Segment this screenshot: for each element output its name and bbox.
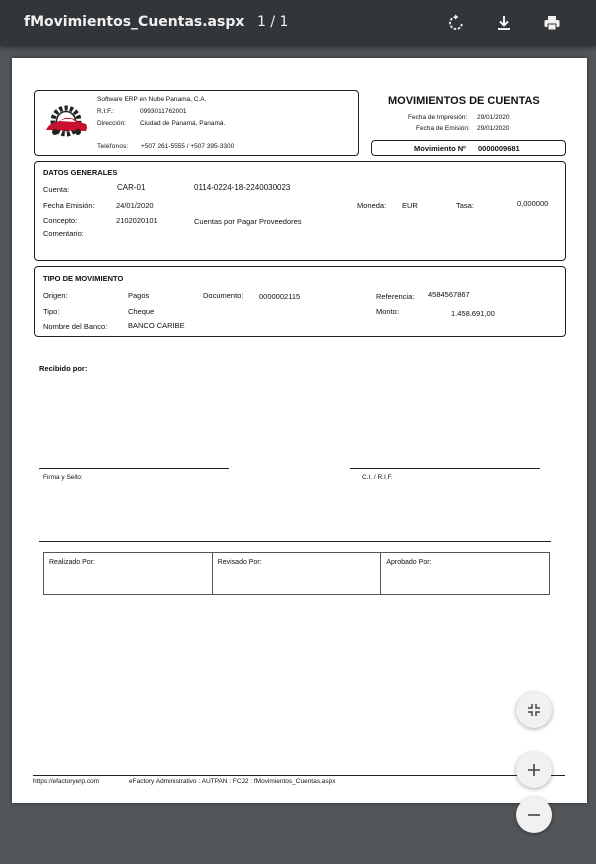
pdf-page: Software ERP en Nube Panama, C.A. R.I.F.… (12, 58, 587, 803)
issue-date-label: Fecha de Emisión: (416, 125, 470, 132)
address-label: Dirección: (97, 120, 126, 127)
reviewed-by-cell: Revisado Por: (213, 553, 382, 594)
print-date-label: Fecha de Impresión: (408, 114, 468, 121)
movement-number-label: Movimiento Nº (414, 144, 466, 153)
concept-description: Cuentas por Pagar Proveedores (194, 217, 302, 226)
origin-label: Origen: (43, 291, 68, 300)
rif-label: R.I.F.: (97, 108, 114, 115)
type-label: Tipo: (43, 307, 60, 316)
currency-value: EUR (402, 201, 418, 210)
zoom-out-button[interactable] (516, 797, 552, 833)
minus-icon (528, 814, 540, 816)
issue-date-field-value: 24/01/2020 (116, 201, 154, 210)
account-label: Cuenta: (43, 185, 70, 194)
movement-section-title: TIPO DE MOVIMIENTO (43, 274, 124, 283)
general-data-box: DATOS GENERALES Cuenta: CAR-01 0114-0224… (34, 161, 566, 261)
plus-icon (528, 764, 540, 776)
footer-info: eFactory Administrativo : AUTPAN : FCJ2 … (129, 778, 336, 785)
type-value: Cheque (128, 307, 155, 316)
reference-label: Referencia: (376, 292, 415, 301)
currency-label: Moneda: (357, 201, 387, 210)
reviewed-by-label: Revisado Por: (217, 559, 262, 566)
phones-value: +507 261-5555 / +507 395-3300 (141, 143, 235, 150)
ci-rif-label: C.I. / R.I.F. (362, 474, 393, 481)
comment-label: Comentario: (43, 229, 84, 238)
print-icon[interactable] (540, 11, 564, 35)
received-by-label: Recibido por: (39, 364, 88, 373)
concept-code: 2102020101 (116, 216, 158, 225)
made-by-label: Realizado Por: (49, 559, 95, 566)
document-value: 0000002115 (259, 292, 301, 301)
approval-table: Realizado Por: Revisado Por: Aprobado Po… (43, 552, 550, 595)
rate-value: 0,000000 (517, 199, 549, 208)
sign-and-seal-label: Firma y Sello: (43, 474, 83, 481)
general-section-title: DATOS GENERALES (43, 168, 118, 177)
bank-label: Nombre del Banco: (43, 322, 108, 331)
company-logo (43, 103, 89, 143)
signature-line-left (39, 468, 229, 469)
document-title: MOVIMIENTOS DE CUENTAS (388, 95, 540, 107)
page-indicator: 1 / 1 (257, 14, 289, 30)
document-label: Documento: (203, 291, 244, 300)
signature-line-right (350, 468, 540, 469)
made-by-cell: Realizado Por: (44, 553, 213, 594)
footer-url: https://efactoryerp.com (33, 778, 100, 785)
company-name: Software ERP en Nube Panama, C.A. (97, 96, 207, 103)
account-number: 0114-0224-18-2240030023 (194, 183, 291, 192)
file-title: fMovimientos_Cuentas.aspx (24, 14, 245, 30)
rotate-icon[interactable] (444, 11, 468, 35)
issue-date-value: 29/01/2020 (477, 125, 510, 132)
concept-label: Concepto: (43, 216, 78, 225)
rate-label: Tasa: (456, 201, 474, 210)
movement-number-box: Movimiento Nº 0000009681 (371, 140, 566, 156)
rif-value: 0993011762001 (140, 108, 187, 115)
movement-number-value: 0000009681 (478, 144, 520, 153)
bank-value: BANCO CARIBE (128, 321, 185, 330)
approved-by-label: Aprobado Por: (386, 559, 432, 566)
amount-label: Monto: (376, 307, 399, 316)
print-date-value: 29/01/2020 (477, 114, 510, 121)
reference-value: 4584567867 (428, 290, 470, 299)
amount-value: 1.458.691,00 (451, 309, 495, 318)
divider-line (39, 541, 551, 542)
phones-label: Teléfonos: (97, 143, 129, 150)
fit-page-button[interactable] (516, 692, 552, 728)
zoom-in-button[interactable] (516, 752, 552, 788)
footer-line (33, 775, 565, 776)
issue-date-field-label: Fecha Emisión: (43, 201, 95, 210)
origin-value: Pagos (128, 291, 150, 300)
movement-type-box: TIPO DE MOVIMIENTO Origen: Pagos Documen… (34, 266, 566, 337)
address-value: Ciudad de Panamá, Panamá. (140, 120, 226, 127)
company-box: Software ERP en Nube Panama, C.A. R.I.F.… (34, 90, 359, 156)
fit-page-icon (528, 704, 540, 716)
download-icon[interactable] (492, 11, 516, 35)
approved-by-cell: Aprobado Por: (381, 553, 549, 594)
document: Software ERP en Nube Panama, C.A. R.I.F.… (12, 58, 587, 803)
account-code: CAR-01 (117, 183, 146, 192)
viewer-toolbar: fMovimientos_Cuentas.aspx 1 / 1 (0, 0, 596, 46)
